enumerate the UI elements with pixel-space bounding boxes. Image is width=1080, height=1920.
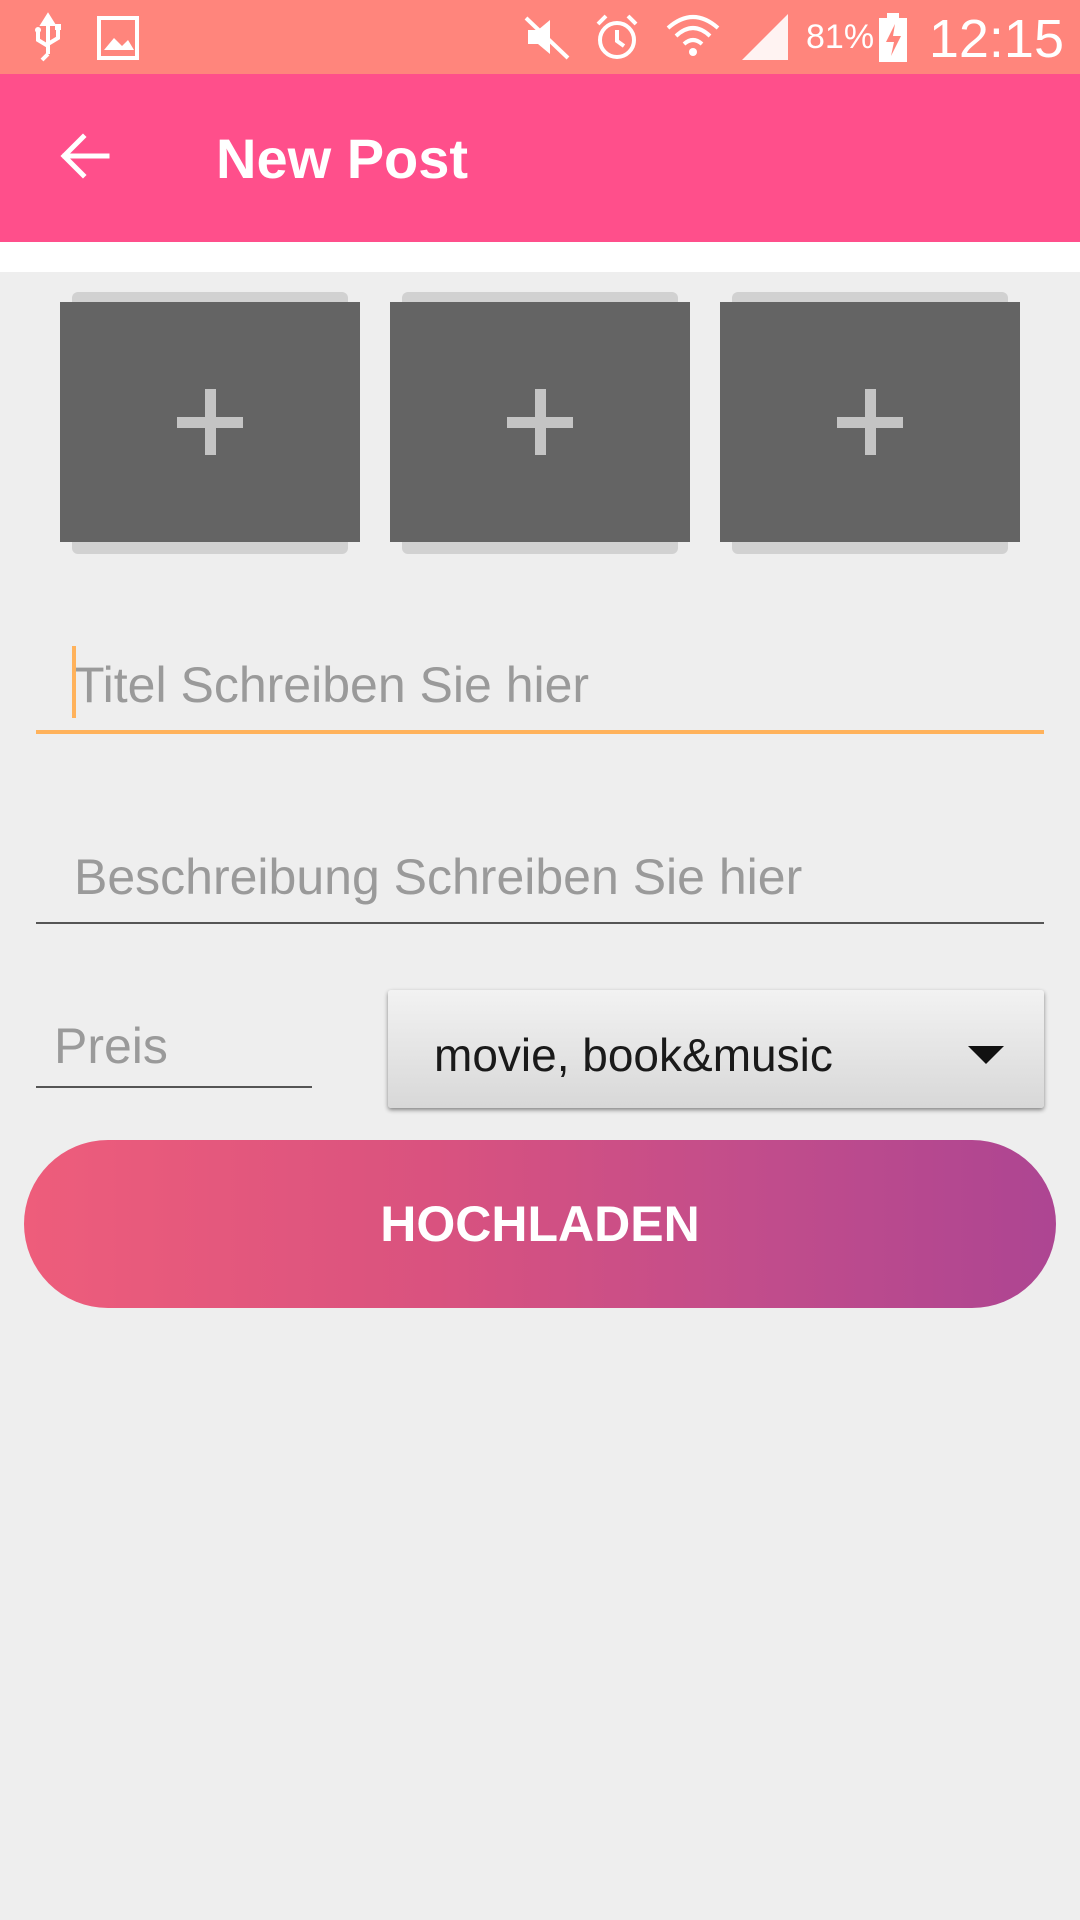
add-photo-button[interactable] [60,302,360,542]
photo-slot-2[interactable] [390,292,720,554]
description-field-container [36,832,1044,924]
title-field-container [36,640,1044,734]
plus-icon [837,389,903,455]
dropdown-arrow-icon [968,1046,1004,1064]
text-cursor [72,646,76,718]
title-input[interactable] [36,640,1044,730]
category-selected-value: movie, book&music [434,1029,833,1081]
add-photo-button[interactable] [720,302,1020,542]
signal-icon [738,10,792,69]
add-photo-button[interactable] [390,302,690,542]
page-title: New Post [216,127,469,190]
plus-icon [177,389,243,455]
plus-icon [507,389,573,455]
back-button[interactable] [44,118,124,198]
status-bar: 81% 12:15 [0,0,1080,74]
description-input[interactable] [36,832,1044,922]
upload-button[interactable]: HOCHLADEN [24,1140,1056,1308]
photo-slot-3[interactable] [720,292,1050,554]
price-field-container [36,1006,312,1088]
usb-icon [28,10,68,69]
photo-slot-1[interactable] [60,292,390,554]
divider-strip [0,242,1080,272]
app-bar: New Post [0,74,1080,242]
wifi-icon [664,10,722,69]
status-clock: 12:15 [928,9,1064,69]
price-input[interactable] [36,1006,312,1086]
battery-charging-icon [876,10,910,71]
battery-percent: 81% [806,18,875,56]
image-icon [96,10,142,69]
arrow-left-icon [57,129,111,188]
alarm-icon [590,10,644,69]
category-dropdown[interactable]: movie, book&music [388,990,1044,1108]
mute-icon [520,10,574,69]
